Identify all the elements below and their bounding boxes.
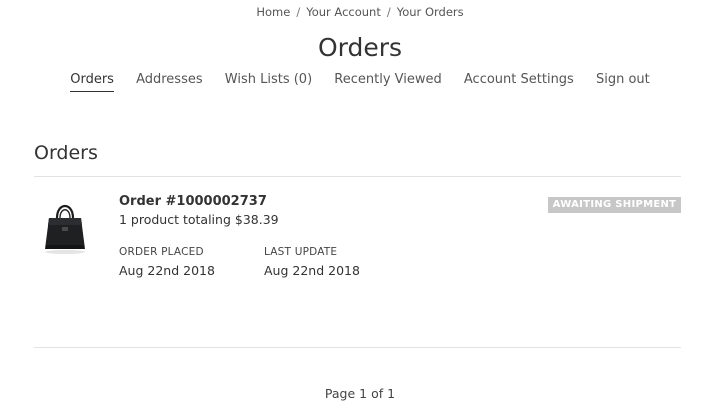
breadcrumb-home-link[interactable]: Home	[256, 5, 290, 19]
order-summary: 1 product totaling $38.39	[119, 212, 279, 227]
nav-item-sign-out[interactable]: Sign out	[596, 72, 650, 91]
page-title: Orders	[317, 33, 403, 62]
nav-item-account-settings[interactable]: Account Settings	[464, 72, 574, 91]
orders-section-title: Orders	[34, 142, 98, 164]
breadcrumb-separator: /	[386, 5, 391, 19]
pagination-info: Page 1 of 1	[324, 386, 396, 401]
last-update-date: Aug 22nd 2018	[264, 263, 360, 278]
orders-list-divider	[34, 347, 681, 348]
order-number[interactable]: Order #1000002737	[119, 194, 267, 209]
nav-item-wish-lists[interactable]: Wish Lists (0)	[225, 72, 312, 91]
breadcrumb-orders-link[interactable]: Your Orders	[397, 5, 464, 19]
section-divider	[34, 176, 681, 177]
account-nav: Orders Addresses Wish Lists (0) Recently…	[0, 72, 720, 92]
breadcrumb-separator: /	[296, 5, 301, 19]
nav-item-orders[interactable]: Orders	[70, 72, 114, 92]
order-placed-date: Aug 22nd 2018	[119, 263, 215, 278]
handbag-icon[interactable]	[40, 198, 90, 258]
breadcrumb-account-link[interactable]: Your Account	[306, 5, 381, 19]
status-badge: AWAITING SHIPMENT	[548, 197, 681, 213]
nav-item-addresses[interactable]: Addresses	[136, 72, 203, 91]
last-update-label: LAST UPDATE	[264, 246, 338, 258]
breadcrumb: Home / Your Account / Your Orders	[0, 5, 720, 19]
order-placed-label: ORDER PLACED	[119, 246, 204, 258]
nav-item-recently-viewed[interactable]: Recently Viewed	[334, 72, 441, 91]
